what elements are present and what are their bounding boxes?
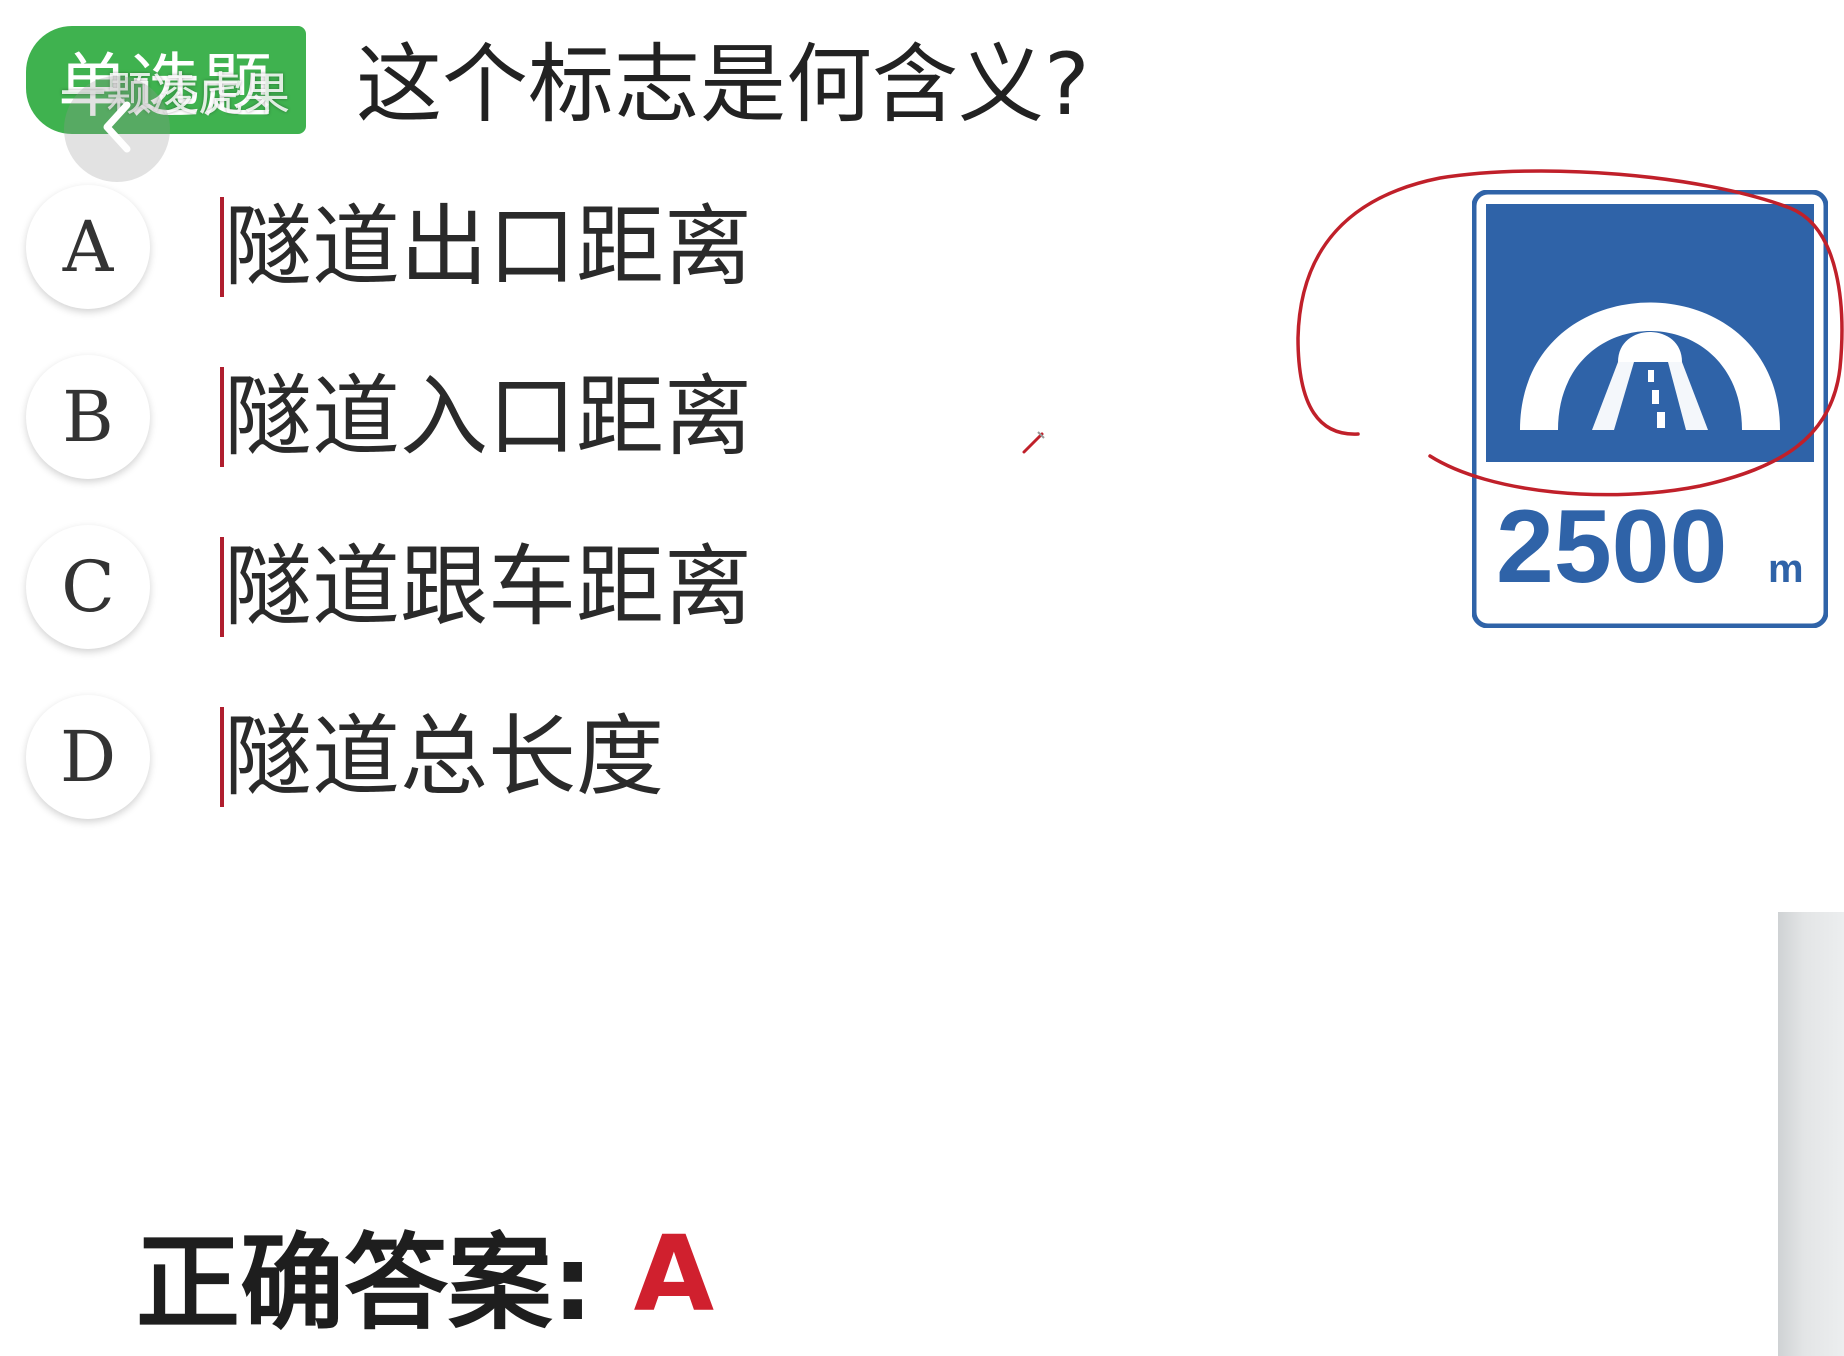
option-text: 隧道总长度 bbox=[220, 707, 664, 807]
sign-distance: 2500 bbox=[1496, 489, 1727, 605]
tunnel-sign-image: 2500 m bbox=[1471, 189, 1829, 629]
option-text: 隧道跟车距离 bbox=[220, 537, 752, 637]
quiz-page: 单选题 一颗凌虎果 这个标志是何含义? A 隧道出口距离 B 隧道入口距离 C … bbox=[0, 0, 1844, 1356]
question-text: 这个标志是何含义? bbox=[356, 35, 1090, 135]
chevron-left-icon bbox=[95, 97, 139, 161]
option-text: 隧道入口距离 bbox=[220, 367, 752, 467]
option-c[interactable]: C 隧道跟车距离 bbox=[26, 522, 752, 652]
option-letter: B bbox=[26, 355, 150, 479]
answer-label: 正确答案: bbox=[136, 1222, 594, 1344]
answer-value: A bbox=[633, 1212, 715, 1335]
back-button[interactable] bbox=[64, 76, 170, 182]
pen-cursor-icon bbox=[1020, 428, 1048, 460]
sign-unit: m bbox=[1768, 547, 1804, 591]
option-b[interactable]: B 隧道入口距离 bbox=[26, 352, 752, 482]
option-letter: A bbox=[26, 185, 150, 309]
option-text: 隧道出口距离 bbox=[220, 197, 752, 297]
option-letter: C bbox=[26, 525, 150, 649]
option-a[interactable]: A 隧道出口距离 bbox=[26, 182, 752, 312]
option-letter: D bbox=[26, 695, 150, 819]
option-d[interactable]: D 隧道总长度 bbox=[26, 692, 664, 822]
side-panel-edge bbox=[1778, 912, 1844, 1356]
correct-answer: 正确答案: A bbox=[136, 1198, 714, 1349]
